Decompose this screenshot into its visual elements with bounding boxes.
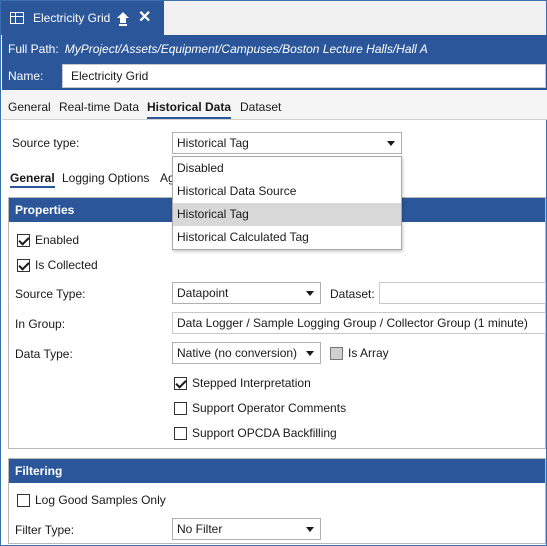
source-type-selected: Historical Tag <box>177 136 249 150</box>
chevron-down-icon <box>306 291 314 296</box>
document-tab[interactable]: Electricity Grid ✕ <box>1 1 164 35</box>
is-array-label: Is Array <box>348 346 389 360</box>
chevron-down-icon <box>306 351 314 356</box>
chevron-down-icon <box>306 527 314 532</box>
subtab-general[interactable]: General <box>10 171 55 188</box>
dataset-label: Dataset: <box>330 287 375 301</box>
operator-comments-checkbox[interactable]: Support Operator Comments <box>174 401 346 415</box>
is-array-check-icon <box>330 346 343 360</box>
stepped-label: Stepped Interpretation <box>192 376 311 390</box>
enabled-checkbox[interactable]: Enabled <box>17 233 79 247</box>
data-type-label: Data Type: <box>15 347 73 361</box>
dataset-field[interactable] <box>379 282 546 304</box>
full-path-value: MyProject/Assets/Equipment/Campuses/Bost… <box>64 41 428 56</box>
in-group-field[interactable]: Data Logger / Sample Logging Group / Col… <box>172 312 546 334</box>
source-type-combo[interactable]: Datapoint <box>172 282 321 304</box>
filtering-header: Filtering <box>9 459 545 483</box>
data-type-value: Native (no conversion) <box>177 346 298 360</box>
log-good-label: Log Good Samples Only <box>35 493 166 507</box>
log-good-check-icon <box>17 493 30 507</box>
filter-type-combo[interactable]: No Filter <box>172 518 321 540</box>
is-collected-label: Is Collected <box>35 258 98 272</box>
source-type-combo-value: Datapoint <box>177 286 229 300</box>
tab-dataset[interactable]: Dataset <box>240 100 281 114</box>
filter-type-value: No Filter <box>177 522 223 536</box>
close-icon[interactable]: ✕ <box>138 10 151 26</box>
source-type-field-label: Source Type: <box>15 287 86 301</box>
pin-icon[interactable] <box>116 11 130 27</box>
source-type-label: Source type: <box>12 136 80 150</box>
grid-icon <box>10 12 24 24</box>
filtering-group: Filtering Log Good Samples Only Filter T… <box>8 458 546 544</box>
filter-type-label: Filter Type: <box>15 523 75 537</box>
log-good-samples-checkbox[interactable]: Log Good Samples Only <box>17 493 166 507</box>
is-array-checkbox[interactable]: Is Array <box>330 346 389 360</box>
option-historical-tag[interactable]: Historical Tag <box>173 203 401 226</box>
main-tab-strip: General Real-time Data Historical Data D… <box>2 90 547 120</box>
source-type-dropdown[interactable]: Historical Tag <box>172 132 402 154</box>
data-type-combo[interactable]: Native (no conversion) <box>172 342 321 364</box>
is-collected-check-icon <box>17 258 30 272</box>
option-historical-calculated-tag[interactable]: Historical Calculated Tag <box>173 226 401 249</box>
name-bar: Name: Electricity Grid <box>2 62 547 90</box>
stepped-check-icon <box>174 376 187 390</box>
subtab-logging-options[interactable]: Logging Options <box>62 171 149 185</box>
enabled-check-icon <box>17 233 30 247</box>
opcda-backfilling-check-icon <box>174 426 187 440</box>
option-historical-data-source[interactable]: Historical Data Source <box>173 180 401 203</box>
opcda-backfilling-label: Support OPCDA Backfilling <box>192 426 337 440</box>
full-path-label: Full Path: <box>8 41 59 56</box>
option-disabled[interactable]: Disabled <box>173 157 401 180</box>
document-tab-title: Electricity Grid <box>33 11 111 25</box>
name-label: Name: <box>8 69 44 83</box>
name-input[interactable]: Electricity Grid <box>62 64 546 88</box>
chevron-down-icon <box>387 141 395 146</box>
is-collected-checkbox[interactable]: Is Collected <box>17 258 98 272</box>
document-tab-bar: Electricity Grid ✕ <box>1 1 546 35</box>
stepped-interpretation-checkbox[interactable]: Stepped Interpretation <box>174 376 311 390</box>
tab-historical-data[interactable]: Historical Data <box>147 100 232 119</box>
tab-general[interactable]: General <box>8 100 51 114</box>
in-group-label: In Group: <box>15 317 66 331</box>
opcda-backfilling-checkbox[interactable]: Support OPCDA Backfilling <box>174 426 337 440</box>
full-path-bar: Full Path: MyProject/Assets/Equipment/Ca… <box>2 35 547 62</box>
operator-comments-label: Support Operator Comments <box>192 401 347 415</box>
tab-real-time-data[interactable]: Real-time Data <box>59 100 139 114</box>
source-type-options-popup: Disabled Historical Data Source Historic… <box>172 156 402 250</box>
operator-comments-check-icon <box>174 401 187 415</box>
document-window: Electricity Grid ✕ Full Path: MyProject/… <box>0 0 547 546</box>
enabled-label: Enabled <box>35 233 80 247</box>
